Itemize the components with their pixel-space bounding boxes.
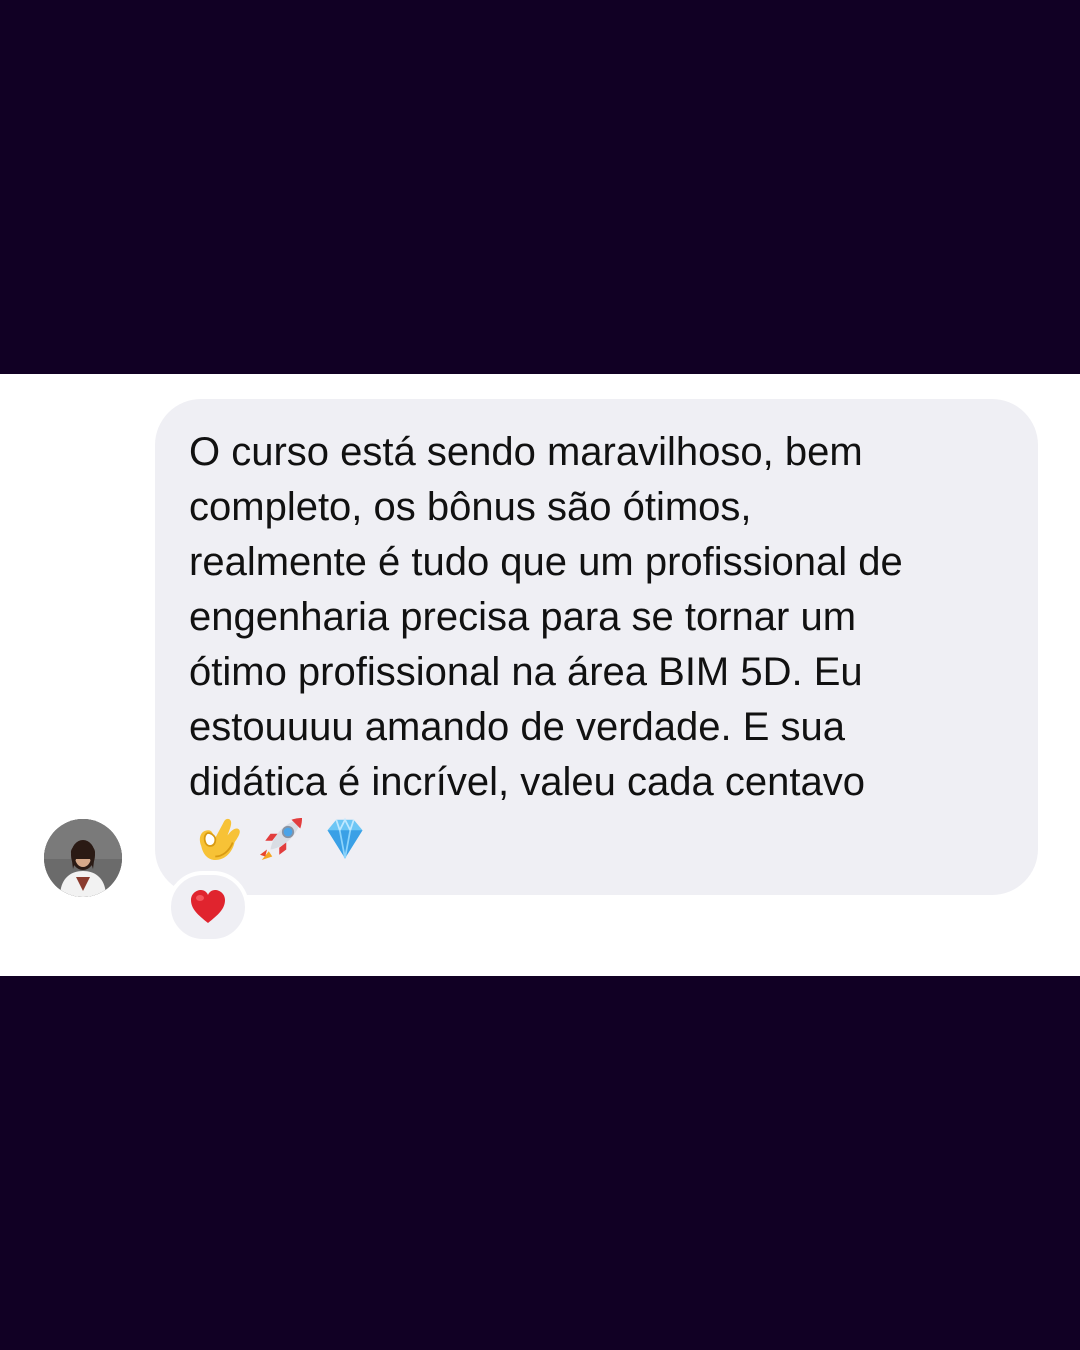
emoji-row xyxy=(189,810,1008,868)
rocket-icon xyxy=(260,818,302,860)
avatar[interactable] xyxy=(44,819,122,897)
reaction-badge[interactable] xyxy=(167,871,249,943)
gem-icon xyxy=(327,817,363,859)
profile-photo-icon xyxy=(44,819,122,897)
chat-panel: O curso está sendo maravilhoso, bem comp… xyxy=(0,374,1080,976)
ok-hand-icon xyxy=(199,818,240,860)
red-heart-icon xyxy=(191,890,225,923)
message-text: O curso está sendo maravilhoso, bem comp… xyxy=(189,430,903,804)
top-dark-band xyxy=(0,0,1080,374)
message-bubble[interactable]: O curso está sendo maravilhoso, bem comp… xyxy=(155,399,1038,895)
bottom-dark-band xyxy=(0,976,1080,1350)
